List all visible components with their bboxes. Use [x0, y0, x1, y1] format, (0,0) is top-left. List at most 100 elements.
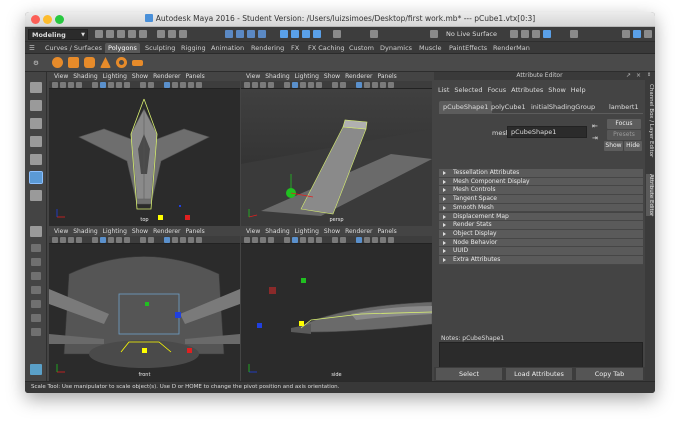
- smooth-shade-icon[interactable]: [292, 82, 298, 88]
- scale-z-handle[interactable]: [257, 323, 262, 328]
- lasso-tool-icon[interactable]: [30, 100, 42, 111]
- textured-icon[interactable]: [108, 237, 114, 243]
- section-tessellation-attributes[interactable]: Tessellation Attributes: [439, 169, 643, 178]
- smooth-shade-icon[interactable]: [100, 237, 106, 243]
- float-panel-icon[interactable]: ↗: [626, 71, 631, 81]
- shadows-icon[interactable]: [316, 82, 322, 88]
- shadows-icon[interactable]: [124, 82, 130, 88]
- viewport-menu-panels[interactable]: Panels: [377, 228, 396, 235]
- image-plane-icon[interactable]: [260, 82, 266, 88]
- image-plane-icon[interactable]: [68, 82, 74, 88]
- tool-settings-toggle-icon[interactable]: [644, 30, 652, 38]
- paint-select-tool-icon[interactable]: [30, 118, 42, 129]
- scale-x-handle[interactable]: [269, 287, 276, 294]
- render-settings-icon[interactable]: [532, 30, 540, 38]
- input-field-icon[interactable]: [570, 30, 578, 38]
- side-tab-attribute-editor[interactable]: Attribute Editor: [646, 174, 654, 217]
- gamma-icon[interactable]: [188, 237, 194, 243]
- gamma-icon[interactable]: [188, 82, 194, 88]
- shelf-tab-fx[interactable]: FX: [291, 43, 299, 53]
- viewport-front[interactable]: View Shading Lighting Show Renderer Panels: [49, 227, 240, 381]
- live-surface-label[interactable]: No Live Surface: [446, 30, 497, 38]
- shelf-tab-curves-surfaces[interactable]: Curves / Surfaces: [45, 43, 102, 53]
- undo-icon[interactable]: [128, 30, 136, 38]
- shelf-tab-muscle[interactable]: Muscle: [419, 43, 442, 53]
- scale-tool-icon[interactable]: [29, 171, 43, 184]
- symmetry-icon[interactable]: [370, 30, 378, 38]
- persp-outliner-layout-icon[interactable]: [31, 286, 41, 294]
- node-tab-lambert1[interactable]: lambert1: [605, 101, 643, 113]
- render-icon[interactable]: [510, 30, 518, 38]
- viewport-menu-renderer[interactable]: Renderer: [345, 73, 372, 80]
- color-management-icon[interactable]: [388, 82, 394, 88]
- outliner-layout-icon[interactable]: [31, 328, 41, 336]
- shelf-tab-dynamics[interactable]: Dynamics: [380, 43, 412, 53]
- grid-icon[interactable]: [76, 237, 82, 243]
- textured-icon[interactable]: [300, 82, 306, 88]
- select-component-icon[interactable]: [179, 30, 187, 38]
- resolution-gate-icon[interactable]: [172, 237, 178, 243]
- wireframe-icon[interactable]: [284, 82, 290, 88]
- exposure-icon[interactable]: [372, 82, 378, 88]
- viewport-menu-lighting[interactable]: Lighting: [103, 73, 127, 80]
- exposure-icon[interactable]: [372, 237, 378, 243]
- ae-menu-attributes[interactable]: Attributes: [511, 86, 543, 94]
- xray-joints-icon[interactable]: [356, 82, 362, 88]
- single-perspective-layout-icon[interactable]: [30, 226, 42, 237]
- section-smooth-mesh[interactable]: Smooth Mesh: [439, 203, 643, 213]
- color-management-icon[interactable]: [196, 237, 202, 243]
- viewport-menu-show[interactable]: Show: [324, 73, 340, 80]
- viewport-menu-show[interactable]: Show: [132, 73, 148, 80]
- shelf-tab-painteffects[interactable]: PaintEffects: [449, 43, 487, 53]
- hide-button[interactable]: Hide: [624, 141, 642, 151]
- face-mask-icon[interactable]: [247, 30, 255, 38]
- scale-z-handle[interactable]: [175, 312, 181, 318]
- persp-graph-layout-icon[interactable]: [31, 272, 41, 280]
- section-object-display[interactable]: Object Display: [439, 229, 643, 239]
- camera-icon[interactable]: [244, 82, 250, 88]
- viewport-side[interactable]: View Shading Lighting Show Renderer Panels: [241, 227, 432, 381]
- shelf-tab-custom[interactable]: Custom: [349, 43, 374, 53]
- shelf-tab-fx-caching[interactable]: FX Caching: [308, 43, 345, 53]
- poly-sphere-icon[interactable]: [52, 57, 63, 68]
- scale-y-handle[interactable]: [145, 302, 149, 306]
- xray-joints-icon[interactable]: [164, 237, 170, 243]
- viewport-menu-view[interactable]: View: [246, 228, 260, 235]
- custom-layout-icon[interactable]: [31, 314, 41, 322]
- viewport-menu-lighting[interactable]: Lighting: [295, 228, 319, 235]
- viewport-menu-shading[interactable]: Shading: [73, 73, 97, 80]
- viewport-menu-lighting[interactable]: Lighting: [295, 73, 319, 80]
- viewport-menu-lighting[interactable]: Lighting: [103, 228, 127, 235]
- ae-menu-focus[interactable]: Focus: [488, 86, 507, 94]
- bookmark-icon[interactable]: [60, 82, 66, 88]
- camera-icon[interactable]: [52, 237, 58, 243]
- viewport-menu-view[interactable]: View: [54, 73, 68, 80]
- scroll-arrows-icon[interactable]: ⇕: [647, 70, 651, 80]
- snap-curve-icon[interactable]: [291, 30, 299, 38]
- vertex-handle[interactable]: [142, 348, 147, 353]
- shadows-icon[interactable]: [124, 237, 130, 243]
- textured-icon[interactable]: [108, 82, 114, 88]
- edge-mask-icon[interactable]: [236, 30, 244, 38]
- smooth-shade-icon[interactable]: [292, 237, 298, 243]
- viewport-menu-panels[interactable]: Panels: [377, 73, 396, 80]
- smooth-shade-icon[interactable]: [100, 82, 106, 88]
- viewport-menu-view[interactable]: View: [246, 73, 260, 80]
- shelf-tab-rigging[interactable]: Rigging: [181, 43, 206, 53]
- viewport-menu-view[interactable]: View: [54, 228, 68, 235]
- mesh-name-field[interactable]: pCubeShape1: [507, 126, 587, 138]
- viewport-top[interactable]: View Shading Lighting Show Renderer Panels: [49, 72, 240, 226]
- make-live-icon[interactable]: [430, 30, 438, 38]
- isolate-icon[interactable]: [148, 237, 154, 243]
- viewport-persp[interactable]: View Shading Lighting Show Renderer Panels: [241, 72, 432, 226]
- four-view-layout-icon[interactable]: [31, 244, 41, 252]
- select-object-icon[interactable]: [168, 30, 176, 38]
- gamma-icon[interactable]: [380, 237, 386, 243]
- channel-box-toggle-icon[interactable]: [622, 30, 630, 38]
- bookmark-icon[interactable]: [252, 82, 258, 88]
- section-tangent-space[interactable]: Tangent Space: [439, 195, 643, 204]
- shelf-tab-sculpting[interactable]: Sculpting: [145, 43, 175, 53]
- poly-torus-icon[interactable]: [116, 57, 127, 68]
- color-management-icon[interactable]: [196, 82, 202, 88]
- isolate-icon[interactable]: [148, 82, 154, 88]
